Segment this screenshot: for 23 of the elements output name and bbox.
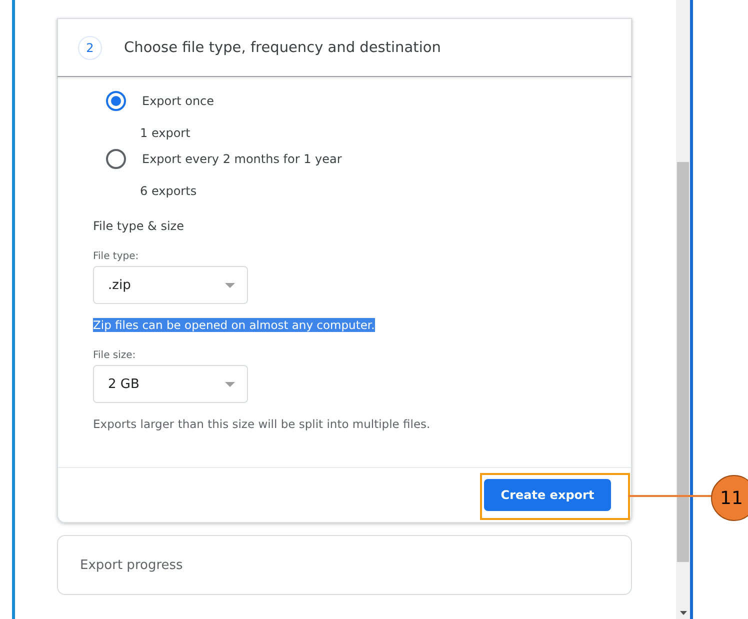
callout-badge: 11 xyxy=(711,475,748,521)
dropdown-caret-icon xyxy=(225,282,235,288)
option-detail: 6 exports xyxy=(140,184,197,198)
option-detail: 1 export xyxy=(140,126,190,140)
dropdown[interactable]: .zip xyxy=(93,266,248,304)
scrollbar-thumb[interactable] xyxy=(677,162,689,562)
field-label: File size: xyxy=(93,350,136,361)
field-note: Zip files can be opened on almost any computer. xyxy=(93,318,375,332)
radio-button[interactable] xyxy=(106,91,126,111)
radio-button[interactable] xyxy=(106,149,126,169)
dropdown-caret-icon xyxy=(225,382,235,386)
step-title: Choose file type, frequency and destination xyxy=(124,40,441,56)
scrollbar[interactable] xyxy=(676,0,690,619)
scroll-down-icon[interactable] xyxy=(680,611,686,615)
field-note: Exports larger than this size will be split into multiple files. xyxy=(93,417,430,431)
export-progress-title: Export progress xyxy=(80,558,183,572)
option-label: Export once xyxy=(142,94,214,108)
field-label: File type: xyxy=(93,251,139,262)
section-heading: File type & size xyxy=(93,219,184,233)
option-label: Export every 2 months for 1 year xyxy=(142,152,342,166)
dropdown[interactable]: 2 GB xyxy=(93,365,248,403)
create-export-button[interactable]: Create export xyxy=(484,479,611,511)
step-number: 2 xyxy=(78,36,102,60)
